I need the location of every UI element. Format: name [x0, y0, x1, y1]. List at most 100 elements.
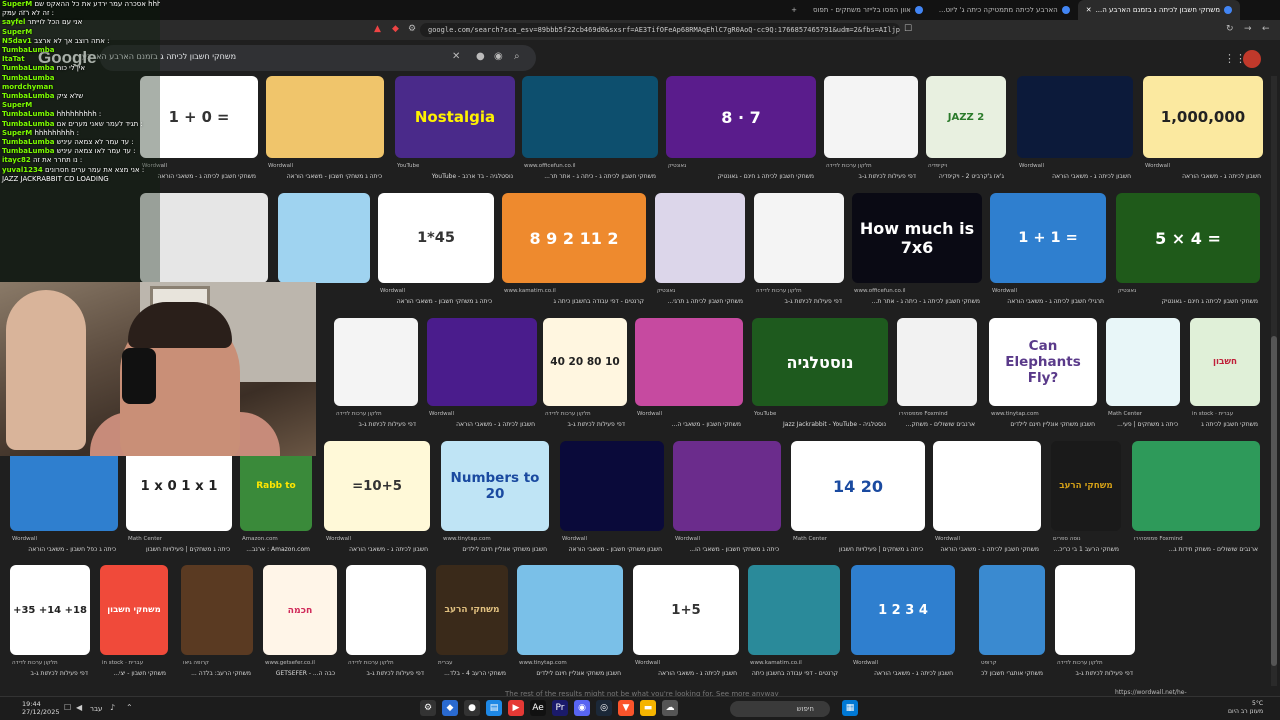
image-result-card[interactable]: תלקון ערכות לדידה דפי פעילות לכיתות ג-ב: [1055, 565, 1135, 687]
volume-icon[interactable]: ◀: [76, 703, 82, 712]
result-source[interactable]: קרופט: [981, 660, 997, 666]
result-caption[interactable]: תרגילי חשבון לכיתה ג - משאבי הוראה: [992, 298, 1104, 305]
result-thumbnail[interactable]: [1106, 318, 1180, 406]
result-source[interactable]: Wordwall: [637, 411, 662, 417]
brave-icon[interactable]: ◆: [392, 24, 399, 34]
result-source[interactable]: Wordwall: [380, 288, 405, 294]
image-result-card[interactable]: www.kamatim.co.il קרנטים - דפי עבודה בחשב…: [748, 565, 840, 687]
result-thumbnail[interactable]: [933, 441, 1041, 531]
result-thumbnail[interactable]: משחקי הרעב: [436, 565, 508, 655]
result-source[interactable]: YouTube: [397, 163, 419, 169]
image-result-card[interactable]: 1 2 3 4 Wordwall חשבון לכיתה ג - משאבי הור…: [851, 565, 955, 687]
result-thumbnail[interactable]: [897, 318, 977, 406]
result-caption[interactable]: דפי פעילות לכיתות ג-ב: [1057, 670, 1133, 677]
result-caption[interactable]: כבה ה... - GETSEFER: [265, 670, 335, 677]
result-source[interactable]: Wordwall: [1019, 163, 1044, 169]
image-result-card[interactable]: 14 20 Math Center כיתה ג משחקים | פעילויות…: [791, 441, 925, 563]
image-result-card[interactable]: +35 +14 +18 תלקון ערכות לדידה דפי פעילות ל…: [10, 565, 90, 687]
image-result-card[interactable]: Rabb to Amazon.com Amazon.com : ארנב...: [240, 441, 312, 563]
result-source[interactable]: Wordwall: [635, 660, 660, 666]
image-result-card[interactable]: Math Center כיתה ג משחקים | פעי...: [1106, 318, 1180, 438]
result-caption[interactable]: משחקי חשבון - משאבי ה...: [637, 421, 741, 428]
github-icon[interactable]: ●: [464, 700, 480, 716]
result-thumbnail[interactable]: [334, 318, 418, 406]
result-source[interactable]: www.kamatim.co.il: [750, 660, 802, 666]
result-caption[interactable]: משחקי חשבון לכיתה ג חינם - גאונטיק: [1118, 298, 1258, 305]
language-indicator[interactable]: עבר: [90, 705, 102, 713]
image-result-card[interactable]: חשבון in stock · עברית משחקי חשבון לכיתה ג: [1190, 318, 1260, 438]
result-thumbnail[interactable]: Numbers to 20: [441, 441, 549, 531]
result-source[interactable]: פמפסהירו Foxmind: [1134, 536, 1183, 542]
image-result-card[interactable]: תלקון ערכות לדידה דפי פעילות לכיתות ג-ב: [754, 193, 844, 315]
result-thumbnail[interactable]: [427, 318, 537, 406]
notification-icon[interactable]: ☐: [64, 703, 71, 712]
result-source[interactable]: Wordwall: [675, 536, 700, 542]
image-result-card[interactable]: 1 x 0 1 x 1 Math Center כיתה ג משחקים | פע…: [126, 441, 232, 563]
mic-tray-icon[interactable]: ♪: [110, 703, 115, 712]
brave-browser-icon[interactable]: ▼: [618, 700, 634, 716]
result-thumbnail[interactable]: Can Elephants Fly?: [989, 318, 1097, 406]
result-caption[interactable]: חשבון לכיתה ג - משאבי הוראה: [1019, 173, 1131, 180]
result-thumbnail[interactable]: [1132, 441, 1260, 531]
result-caption[interactable]: כיתה ג משחקי חשבון - משאבי הוראה: [380, 298, 492, 305]
result-thumbnail[interactable]: 14 20: [791, 441, 925, 531]
result-thumbnail[interactable]: [266, 76, 384, 158]
result-source[interactable]: תלקון ערכות לדידה: [826, 163, 872, 169]
image-result-card[interactable]: Wordwall חשבון משחקי חשבון - משאבי הוראה: [560, 441, 664, 563]
result-thumbnail[interactable]: =10+5: [324, 441, 430, 531]
result-caption[interactable]: כיתה ג כפל חשבון - משאבי הוראה: [12, 546, 116, 553]
result-caption[interactable]: דפי פעילות לכיתות ג-ב: [336, 421, 416, 428]
result-source[interactable]: גאונטיק: [668, 163, 686, 169]
image-result-card[interactable]: 5 × 4 = גאונטיק משחקי חשבון לכיתה ג חינם -…: [1116, 193, 1260, 315]
settings-app-icon[interactable]: ⚙: [420, 700, 436, 716]
result-caption[interactable]: דפי פעילות לכיתות ג-ב: [348, 670, 424, 677]
shield-icon[interactable]: ▲: [374, 24, 381, 34]
result-caption[interactable]: ארנבים שושולים - משחק...: [899, 421, 975, 428]
result-caption[interactable]: חשבון משחקי חשבון - משאבי הוראה: [562, 546, 662, 553]
close-icon[interactable]: ✕: [1086, 6, 1092, 14]
weather-widget[interactable]: 5°C מעונן רב היום: [1228, 700, 1263, 716]
folder-icon[interactable]: ▬: [640, 700, 656, 716]
image-result-card[interactable]: פמפסהירו Foxmind ארנבים שושולים - משחק...: [897, 318, 977, 438]
result-caption[interactable]: נוסטלגיה - Jazz Jackrabbit - YouTube: [754, 421, 886, 428]
result-thumbnail[interactable]: 1,000,000: [1143, 76, 1263, 158]
image-result-card[interactable]: קרופט משחקי אותגרי חשבון לכ...: [979, 565, 1045, 687]
image-result-card[interactable]: נוסטלגיה YouTube נוסטלגיה - Jazz Jackrabbi…: [752, 318, 888, 438]
lens-icon[interactable]: ◉: [494, 51, 503, 62]
result-thumbnail[interactable]: [754, 193, 844, 283]
result-thumbnail[interactable]: [346, 565, 426, 655]
result-thumbnail[interactable]: 40 20 80 10: [543, 318, 627, 406]
result-caption[interactable]: משחקי חשבון לכיתה ג: [1192, 421, 1258, 428]
result-source[interactable]: Wordwall: [268, 163, 293, 169]
image-result-card[interactable]: Numbers to 20 www.tinytap.com חשבון משחקי …: [441, 441, 549, 563]
result-caption[interactable]: חשבון לכיתה ג - משאבי הוראה: [853, 670, 953, 677]
bookmark-icon[interactable]: ☐: [904, 24, 912, 34]
result-caption[interactable]: ג'אז ג'קרביט 2 - ויקיפדיה: [928, 173, 1004, 180]
result-caption[interactable]: משחקי הרעב: בלדה ...: [183, 670, 251, 677]
image-result-card[interactable]: Wordwall חשבון לכיתה ג - משאבי הוראה: [427, 318, 537, 438]
result-source[interactable]: ויקיפדיה: [928, 163, 947, 169]
result-source[interactable]: תלקון ערכות לדידה: [348, 660, 394, 666]
site-info-icon[interactable]: ⚙: [408, 24, 416, 34]
result-source[interactable]: Wordwall: [1145, 163, 1170, 169]
result-source[interactable]: Amazon.com: [242, 536, 278, 542]
result-thumbnail[interactable]: [278, 193, 370, 283]
result-caption[interactable]: חשבון לכיתה ג - משאבי הוראה: [326, 546, 428, 553]
image-result-card[interactable]: Wordwall כיתה ג משחקי חשבון - משאבי הו...: [673, 441, 781, 563]
result-thumbnail[interactable]: [517, 565, 623, 655]
image-result-card[interactable]: תלקון ערכות לדידה דפי פעילות לכיתות ג-ב: [334, 318, 418, 438]
result-source[interactable]: in stock · עברית: [102, 660, 143, 666]
result-caption[interactable]: משחקי אותגרי חשבון לכ...: [981, 670, 1043, 677]
result-caption[interactable]: דפי פעילות לכיתות ג-ב: [545, 421, 625, 428]
result-thumbnail[interactable]: JAZZ 2: [926, 76, 1006, 158]
search-icon[interactable]: ⌕: [514, 51, 520, 62]
result-caption[interactable]: כיתה ג משחקי חשבון - משאבי הו...: [675, 546, 779, 553]
result-thumbnail[interactable]: 1+5: [633, 565, 739, 655]
result-thumbnail[interactable]: [673, 441, 781, 531]
image-result-card[interactable]: משחקי הרעב נוסה ספרים משחקי הרעב 1 בי כריכ…: [1051, 441, 1121, 563]
result-source[interactable]: www.tinytap.com: [991, 411, 1039, 417]
result-caption[interactable]: משחקי הרעב 1 בי כריכ...: [1053, 546, 1119, 553]
image-result-card[interactable]: חכמה www.getsefer.co.il כבה ה... - GETSEFE…: [263, 565, 337, 687]
result-caption[interactable]: חשבון משחקי אונליין חינם לילדים: [443, 546, 547, 553]
scrollbar[interactable]: [1271, 76, 1277, 686]
